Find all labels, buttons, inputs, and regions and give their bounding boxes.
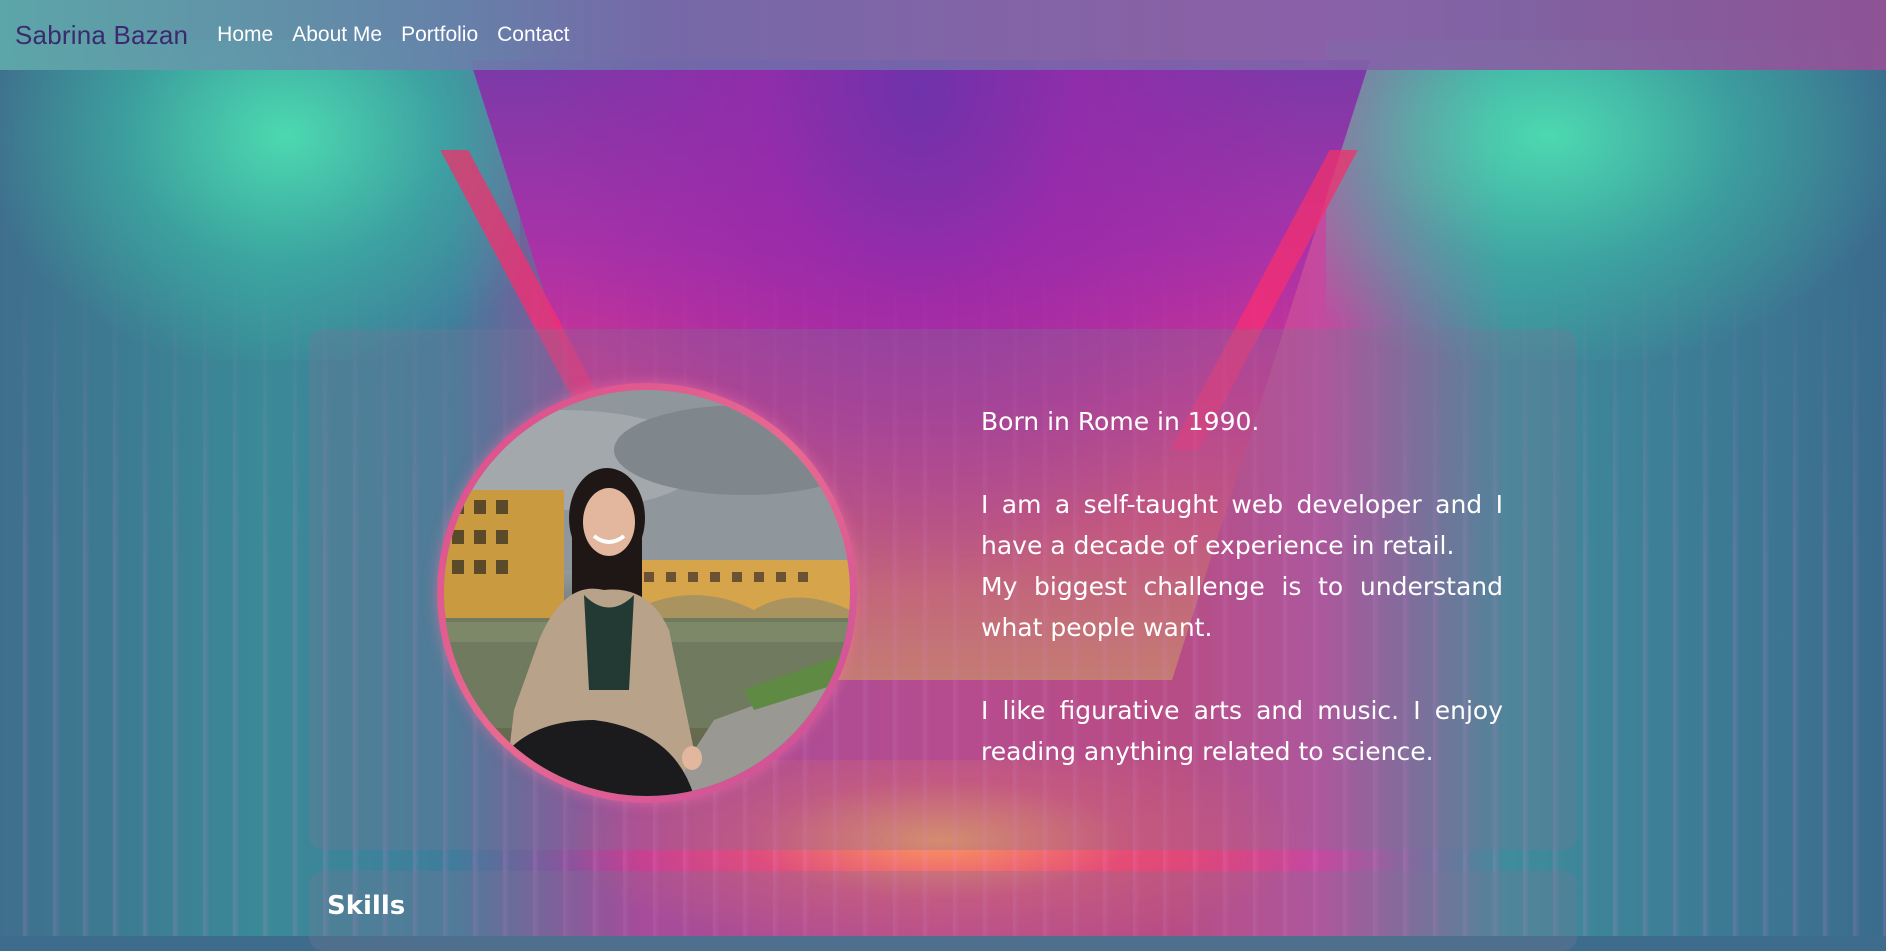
- brand-link[interactable]: Sabrina Bazan: [15, 20, 188, 51]
- skills-title: Skills: [327, 891, 406, 921]
- about-text: Born in Rome in 1990. I am a self-taught…: [981, 401, 1503, 772]
- about-paragraph-interests: I like figurative arts and music. I enjo…: [981, 696, 1503, 766]
- skills-card: Skills: [309, 871, 1577, 951]
- nav-link-about-me[interactable]: About Me: [292, 23, 382, 47]
- profile-photo: [444, 390, 850, 796]
- nav-link-portfolio[interactable]: Portfolio: [401, 23, 478, 47]
- about-paragraph-challenge: My biggest challenge is to understand wh…: [981, 572, 1503, 642]
- about-paragraph-experience: I am a self-taught web developer and I h…: [981, 490, 1503, 560]
- about-paragraph-birth: Born in Rome in 1990.: [981, 407, 1260, 436]
- navbar: Sabrina Bazan Home About Me Portfolio Co…: [0, 0, 1886, 70]
- nav-link-home[interactable]: Home: [217, 23, 273, 47]
- profile-photo-illustration: [444, 390, 850, 796]
- nav-link-contact[interactable]: Contact: [497, 23, 569, 47]
